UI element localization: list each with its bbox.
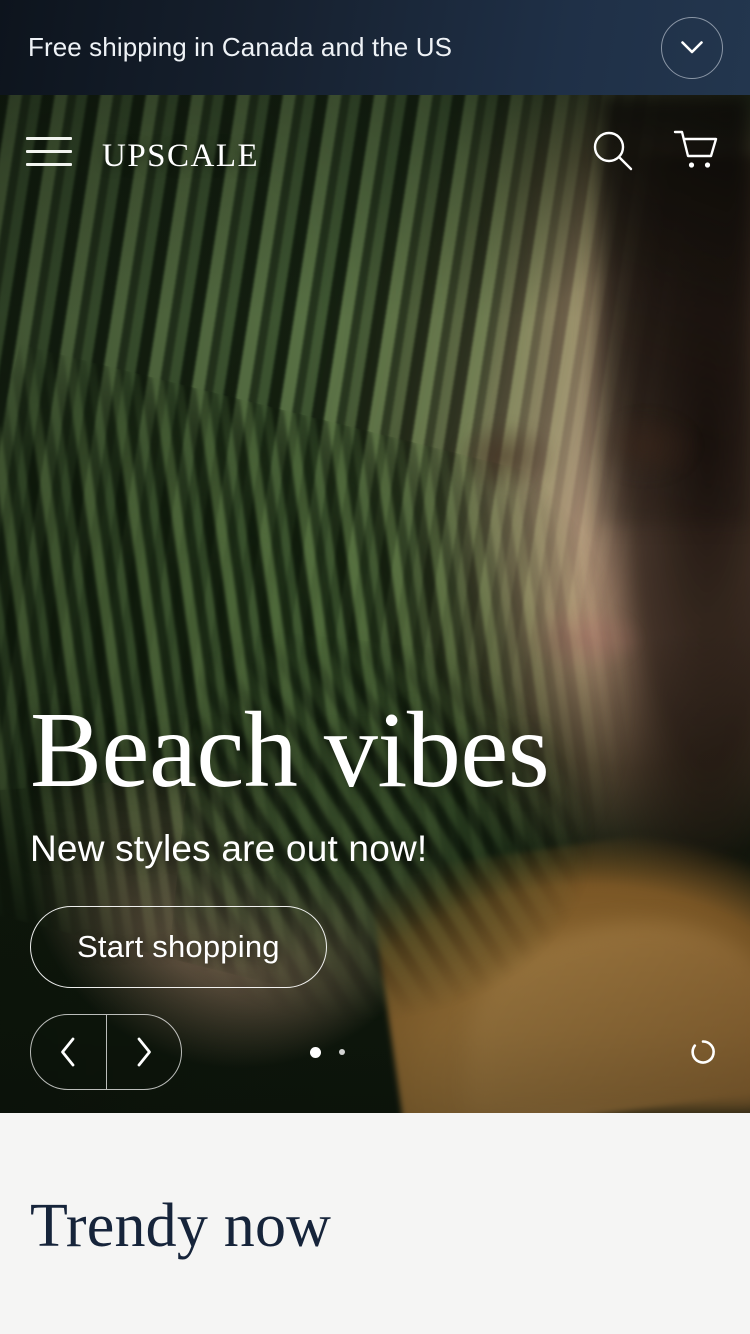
section-title: Trendy now [30, 1192, 332, 1260]
slideshow-dot-2[interactable] [339, 1049, 345, 1055]
trendy-now-section: Trendy now [0, 1113, 750, 1334]
search-icon [593, 131, 633, 171]
slideshow-next-button[interactable] [105, 1015, 182, 1089]
chevron-left-icon [61, 1037, 75, 1067]
hamburger-menu-icon[interactable] [26, 122, 84, 180]
announcement-bar: Free shipping in Canada and the US [0, 0, 750, 95]
site-header: Upscale [0, 95, 750, 207]
search-button[interactable] [586, 124, 640, 178]
cart-button[interactable] [670, 124, 724, 178]
slideshow-arrows [30, 1014, 182, 1090]
slideshow-autoplay-button[interactable] [686, 1035, 720, 1069]
hero-content: Beach vibes New styles are out now! Star… [30, 690, 550, 988]
mobile-storefront-page: Free shipping in Canada and the US Upsca… [0, 0, 750, 1334]
slideshow-controls [30, 1011, 720, 1093]
site-logo[interactable]: Upscale [102, 127, 259, 175]
hero-subtitle: New styles are out now! [30, 828, 428, 869]
announcement-text: Free shipping in Canada and the US [28, 32, 453, 62]
menu-line [26, 136, 72, 140]
autoplay-progress-icon [691, 1040, 715, 1064]
shopping-cart-icon [673, 130, 718, 168]
header-actions [586, 124, 724, 178]
slideshow-dots [310, 1046, 345, 1058]
start-shopping-button[interactable]: Start shopping [30, 906, 327, 988]
menu-line [26, 149, 72, 153]
menu-line [26, 162, 72, 166]
hero-slideshow: Upscale Beach vibes [0, 95, 750, 1113]
announcement-expand-button[interactable] [661, 16, 723, 79]
chevron-down-icon [681, 41, 703, 54]
slideshow-prev-button[interactable] [31, 1015, 106, 1089]
slideshow-dot-1[interactable] [310, 1046, 321, 1058]
chevron-right-icon [137, 1037, 151, 1067]
hero-title: Beach vibes [30, 690, 550, 810]
